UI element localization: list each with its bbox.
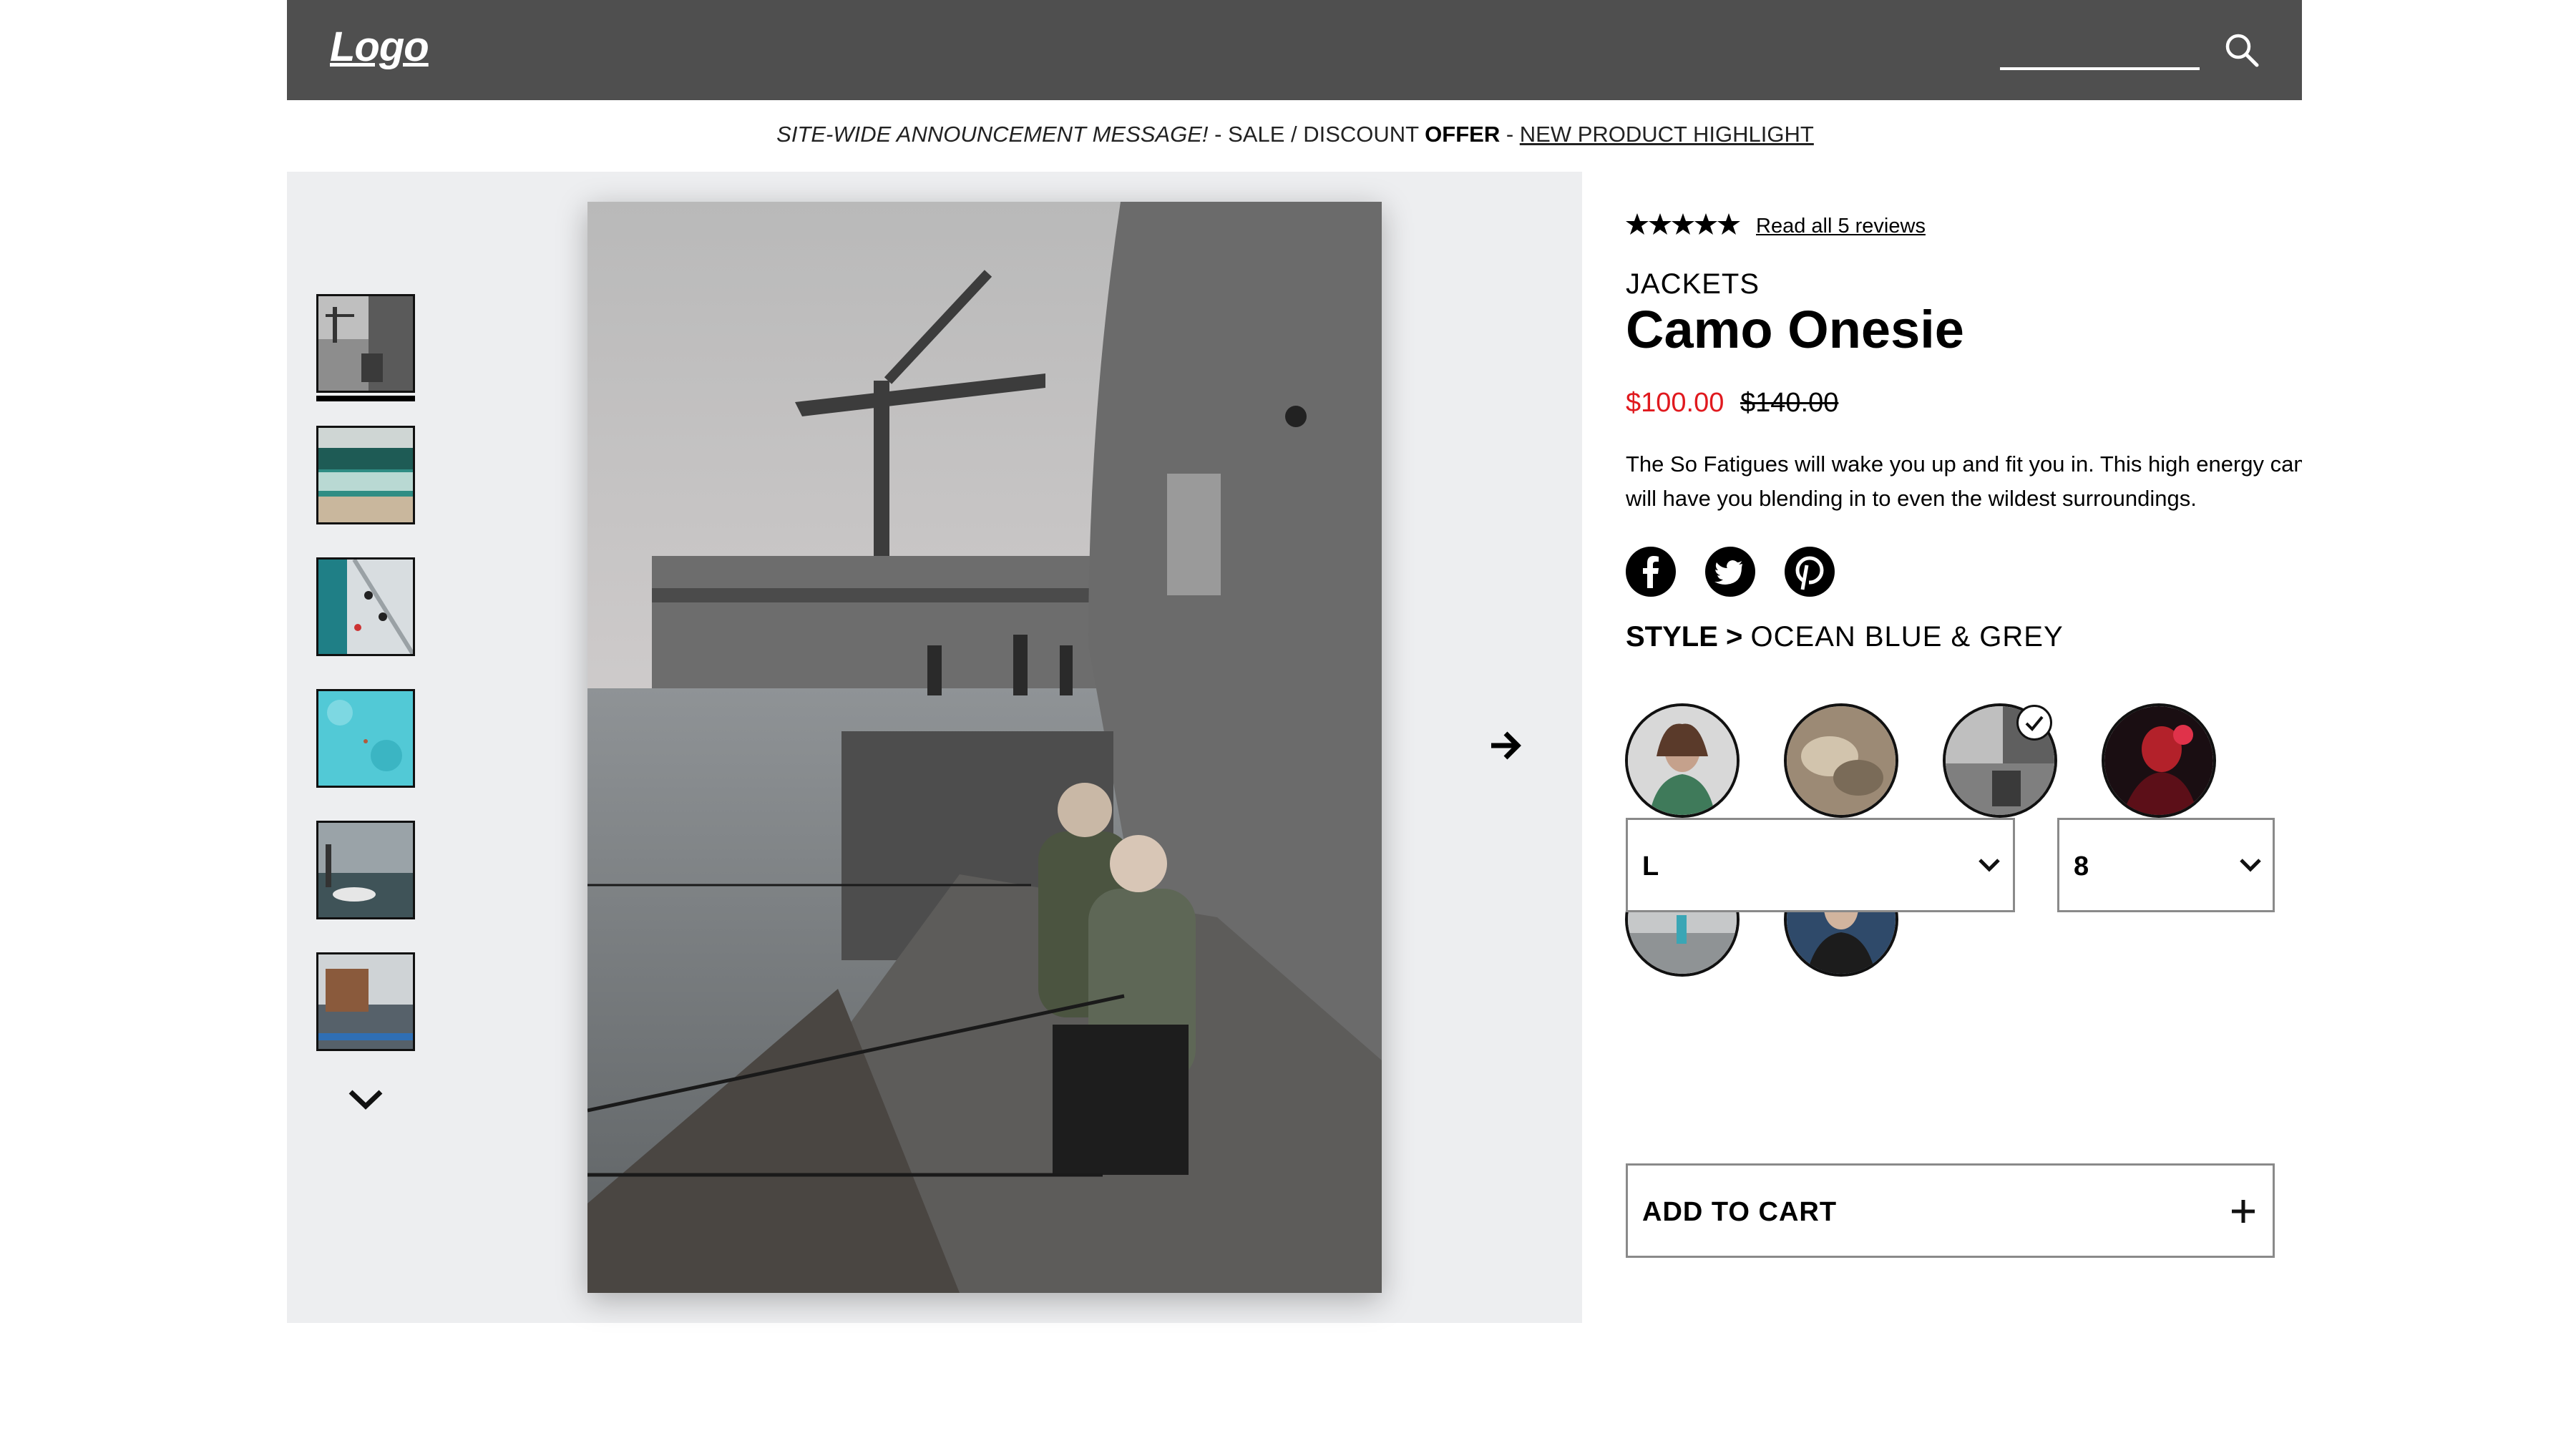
style-swatch-4[interactable]	[2102, 703, 2216, 818]
thumbnail-selected-indicator	[316, 396, 415, 401]
checkmark-icon	[2016, 705, 2052, 741]
product-gallery	[287, 172, 1582, 1323]
star-rating	[1626, 213, 1740, 235]
new-product-link[interactable]: NEW PRODUCT HIGHLIGHT	[1520, 122, 1814, 147]
size-select-value: L	[1642, 851, 1659, 881]
description-line-1: The So Fatigues will wake you up and fit…	[1626, 451, 2302, 477]
product-category: JACKETS	[1626, 268, 1760, 300]
announcement-offer: OFFER	[1425, 122, 1501, 147]
search-input[interactable]	[2000, 39, 2200, 70]
chevron-down-icon[interactable]	[346, 1086, 385, 1112]
quantity-select-value: 8	[2074, 851, 2089, 881]
pinterest-icon[interactable]	[1785, 547, 1835, 597]
announcement-bar: SITE-WIDE ANNOUNCEMENT MESSAGE! - SALE /…	[0, 122, 2576, 147]
style-selector-label: STYLE > OCEAN BLUE & GREY	[1626, 621, 2064, 653]
main-product-image	[587, 202, 1382, 1293]
thumbnail-5[interactable]	[316, 821, 415, 919]
announcement-separator: - SALE / DISCOUNT	[1208, 122, 1425, 147]
thumbnail-2[interactable]	[316, 426, 415, 524]
site-logo[interactable]: Logo	[330, 23, 429, 71]
announcement-separator-2: -	[1500, 122, 1520, 147]
original-price: $140.00	[1740, 388, 1839, 418]
thumbnail-6[interactable]	[316, 952, 415, 1051]
arrow-right-icon[interactable]	[1488, 730, 1523, 761]
style-value: OCEAN BLUE & GREY	[1750, 621, 2064, 653]
chevron-down-icon	[2240, 859, 2261, 872]
quantity-select[interactable]: 8	[2057, 818, 2275, 912]
product-title: Camo Onesie	[1626, 300, 1964, 359]
thumbnail-3[interactable]	[316, 557, 415, 656]
chevron-down-icon	[1979, 859, 2000, 872]
style-swatch-2[interactable]	[1784, 703, 1898, 818]
read-reviews-link[interactable]: Read all 5 reviews	[1756, 215, 1926, 238]
site-header: Logo	[287, 0, 2302, 100]
sale-price: $100.00	[1626, 388, 1724, 418]
style-label: STYLE >	[1626, 621, 1743, 653]
twitter-icon[interactable]	[1705, 547, 1755, 597]
thumbnail-4[interactable]	[316, 689, 415, 788]
style-swatch-1[interactable]	[1625, 703, 1740, 818]
announcement-message: SITE-WIDE ANNOUNCEMENT MESSAGE!	[776, 122, 1209, 147]
product-description: The So Fatigues will wake you up and fit…	[1626, 447, 2302, 516]
add-to-cart-label: ADD TO CART	[1642, 1197, 1838, 1227]
search-icon[interactable]	[2223, 31, 2260, 69]
size-select[interactable]: L	[1626, 818, 2015, 912]
plus-icon	[2232, 1200, 2255, 1223]
add-to-cart-button[interactable]: ADD TO CART	[1626, 1163, 2275, 1258]
description-line-2: will have you blending in to even the wi…	[1626, 486, 2197, 511]
facebook-icon[interactable]	[1626, 547, 1676, 597]
thumbnail-1[interactable]	[316, 294, 415, 393]
